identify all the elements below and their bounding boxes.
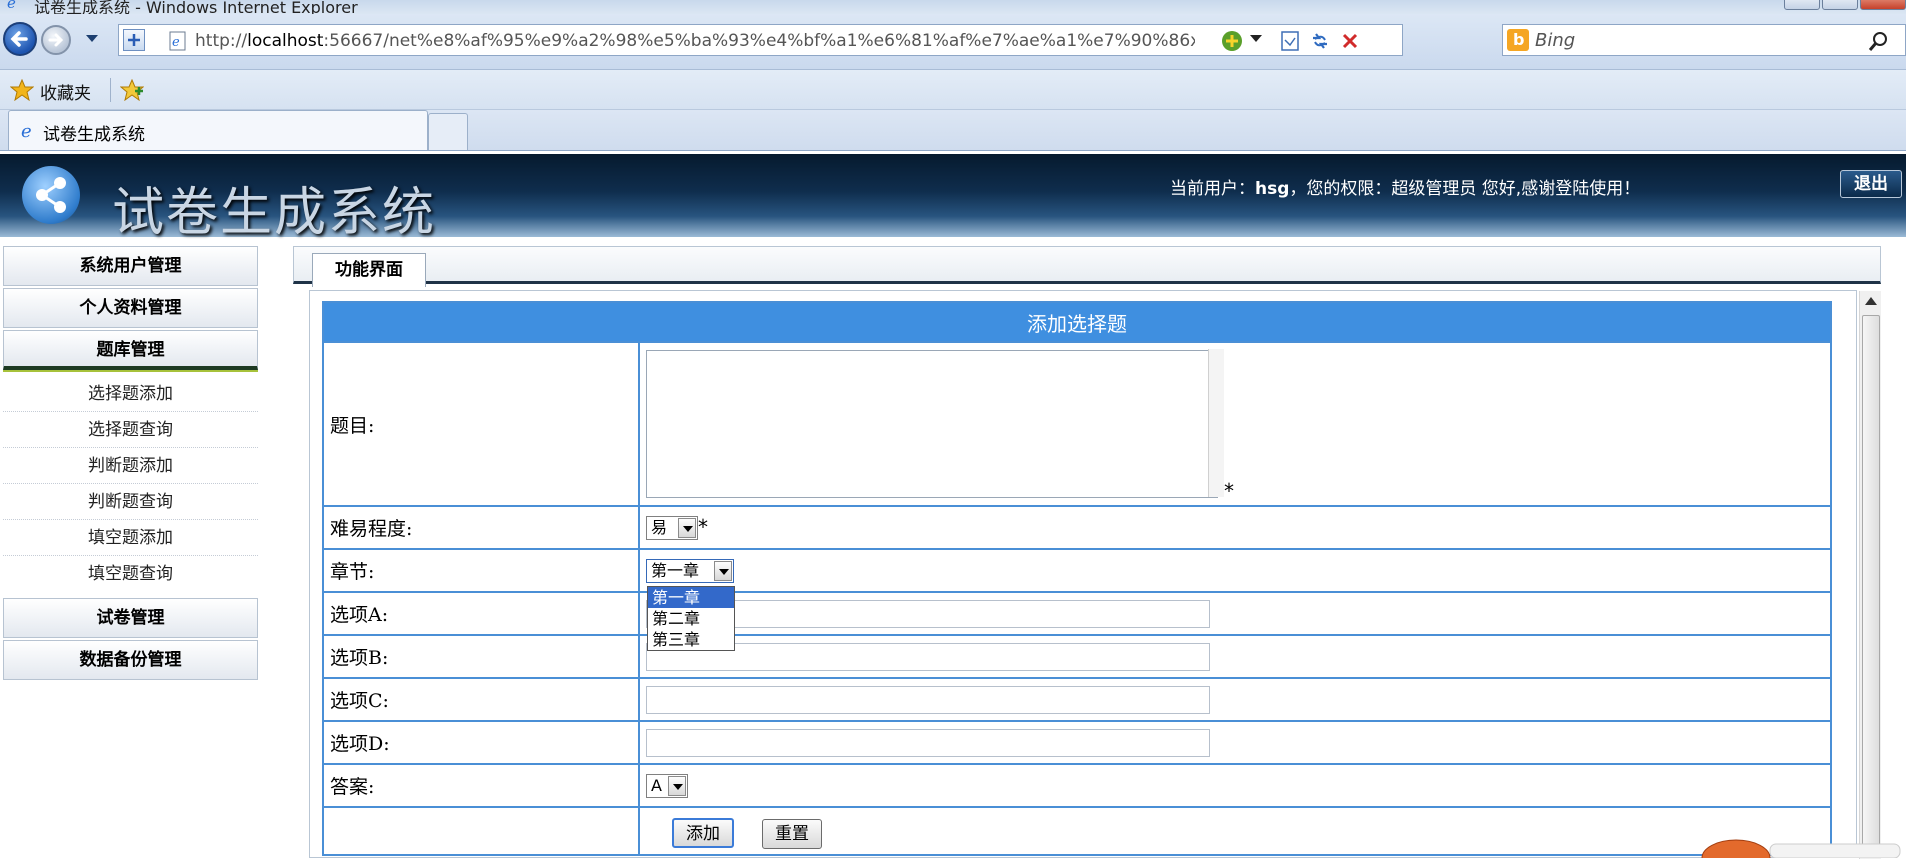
close-window-button[interactable]: [1860, 0, 1906, 10]
chapter-label: 章节:: [322, 548, 640, 593]
compatibility-view-icon[interactable]: [123, 29, 145, 51]
url-text: http://localhost:56667/net%e8%af%95%e9%a…: [195, 31, 1195, 51]
menu-item-query-fill[interactable]: 填空题查询: [3, 556, 258, 592]
address-toolbar: e http://localhost:56667/net%e8%af%95%e9…: [0, 14, 1906, 70]
share-nodes-icon: [36, 177, 66, 213]
window-titlebar: e 试卷生成系统 - Windows Internet Explorer: [0, 0, 1906, 14]
restore-button[interactable]: [1822, 0, 1858, 10]
chapter-dropdown-list[interactable]: 第一章 第二章 第三章: [647, 586, 735, 651]
new-tab-button[interactable]: [428, 113, 468, 150]
favorites-bar: 收藏夹: [0, 70, 1906, 110]
chapter-value: 第一章: [651, 560, 700, 580]
main-panel: 功能界面 添加选择题 题目: * 难易程度: 易 * 章节: 第一章 选项A: …: [293, 246, 1881, 859]
page-icon: e: [169, 31, 186, 51]
ie-tab-icon: e: [21, 121, 32, 140]
add-button[interactable]: 添加: [672, 817, 734, 848]
answer-label: 答案:: [322, 763, 640, 808]
required-mark: *: [1224, 478, 1235, 503]
function-content: 添加选择题 题目: * 难易程度: 易 * 章节: 第一章 选项A: 选项B: …: [309, 290, 1881, 859]
buttons-label-cell: [322, 806, 640, 856]
search-placeholder: Bing: [1535, 30, 1576, 51]
chapter-option[interactable]: 第三章: [648, 629, 734, 650]
menu-paper-management[interactable]: 试卷管理: [3, 598, 258, 638]
option-d-input[interactable]: [646, 728, 1210, 757]
question-textarea[interactable]: [646, 349, 1218, 498]
option-b-label: 选项B:: [322, 634, 640, 679]
menu-personal-profile[interactable]: 个人资料管理: [3, 288, 258, 328]
textarea-scrollbar[interactable]: [1208, 349, 1224, 497]
menu-item-query-judge[interactable]: 判断题查询: [3, 484, 258, 520]
forward-arrow-icon: [48, 33, 64, 47]
refresh-icon[interactable]: [1307, 28, 1333, 54]
chapter-option[interactable]: 第一章: [648, 587, 734, 608]
add-choice-form: 添加选择题 题目: * 难易程度: 易 * 章节: 第一章 选项A: 选项B: …: [322, 301, 1832, 856]
chapter-select[interactable]: 第一章: [646, 558, 734, 583]
question-bank-submenu: 选择题添加 选择题查询 判断题添加 判断题查询 填空题添加 填空题查询: [3, 376, 258, 592]
menu-item-add-choice[interactable]: 选择题添加: [3, 376, 258, 412]
favorites-label[interactable]: 收藏夹: [40, 79, 91, 104]
chapter-option[interactable]: 第二章: [648, 608, 734, 629]
system-header: 试卷生成系统 当前用户：hsg，您的权限：超级管理员 您好,感谢登陆使用！ 退出: [0, 154, 1906, 243]
back-button[interactable]: [3, 22, 37, 56]
scroll-thumb[interactable]: [1862, 315, 1880, 855]
chevron-down-icon[interactable]: [678, 518, 696, 539]
menu-item-query-choice[interactable]: 选择题查询: [3, 412, 258, 448]
back-arrow-icon: [10, 31, 28, 47]
svg-text:e: e: [7, 0, 16, 10]
system-title: 试卷生成系统: [112, 183, 437, 243]
search-icon[interactable]: [1867, 31, 1889, 53]
option-c-label: 选项C:: [322, 677, 640, 722]
stop-icon[interactable]: [1337, 28, 1363, 54]
menu-question-bank[interactable]: 题库管理: [3, 330, 258, 370]
history-dropdown-icon[interactable]: [85, 34, 99, 44]
browser-tab-title: 试卷生成系统: [43, 125, 145, 145]
option-c-input[interactable]: [646, 685, 1210, 714]
difficulty-select[interactable]: 易: [646, 516, 698, 541]
option-d-label: 选项D:: [322, 720, 640, 765]
favbar-divider: [110, 78, 111, 102]
system-logo: [22, 166, 80, 224]
required-mark: *: [698, 514, 708, 539]
window-title: 试卷生成系统 - Windows Internet Explorer: [34, 0, 358, 14]
search-box[interactable]: b Bing: [1502, 24, 1906, 56]
address-bar[interactable]: e http://localhost:56667/net%e8%af%95%e9…: [118, 24, 1403, 56]
rss-compat-icon[interactable]: [1277, 28, 1303, 54]
url-dropdown-icon[interactable]: [1249, 34, 1263, 44]
svg-text:e: e: [172, 35, 180, 50]
question-label: 题目:: [322, 341, 640, 507]
menu-item-add-fill[interactable]: 填空题添加: [3, 520, 258, 556]
user-info: 当前用户：hsg，您的权限：超级管理员 您好,感谢登陆使用！: [1170, 179, 1641, 199]
option-a-label: 选项A:: [322, 591, 640, 636]
svg-text:e: e: [21, 121, 32, 140]
favorites-star-icon[interactable]: [10, 79, 34, 101]
ie-logo-icon: e: [7, 0, 16, 10]
function-tabstrip: 功能界面: [293, 246, 1881, 287]
menu-system-users[interactable]: 系统用户管理: [3, 246, 258, 286]
add-favorite-icon[interactable]: [120, 79, 144, 101]
tab-function-view[interactable]: 功能界面: [312, 253, 426, 287]
answer-select[interactable]: A: [646, 773, 688, 798]
browser-tab-bar: e 试卷生成系统: [0, 110, 1906, 151]
reset-button[interactable]: 重置: [762, 818, 823, 849]
form-caption: 添加选择题: [322, 301, 1832, 343]
menu-data-backup[interactable]: 数据备份管理: [3, 640, 258, 680]
logout-button[interactable]: 退出: [1840, 170, 1902, 198]
browser-tab-active[interactable]: e 试卷生成系统: [8, 110, 428, 150]
bing-logo-icon: b: [1507, 29, 1529, 51]
difficulty-label: 难易程度:: [322, 505, 640, 550]
addon-green-icon[interactable]: [1219, 28, 1245, 54]
chevron-down-icon[interactable]: [668, 775, 686, 796]
chevron-down-icon[interactable]: [714, 560, 732, 581]
left-menu: 系统用户管理 个人资料管理 题库管理 选择题添加 选择题查询 判断题添加 判断题…: [0, 246, 260, 682]
forward-button[interactable]: [41, 25, 71, 55]
answer-value: A: [651, 775, 662, 795]
difficulty-value: 易: [651, 518, 668, 538]
minimize-button[interactable]: [1784, 0, 1820, 10]
page-content: 试卷生成系统 当前用户：hsg，您的权限：超级管理员 您好,感谢登陆使用！ 退出…: [0, 151, 1906, 859]
menu-item-add-judge[interactable]: 判断题添加: [3, 448, 258, 484]
floating-widget-icon[interactable]: [1700, 836, 1906, 858]
content-scrollbar[interactable]: [1859, 291, 1881, 859]
scroll-up-icon[interactable]: [1865, 297, 1877, 305]
